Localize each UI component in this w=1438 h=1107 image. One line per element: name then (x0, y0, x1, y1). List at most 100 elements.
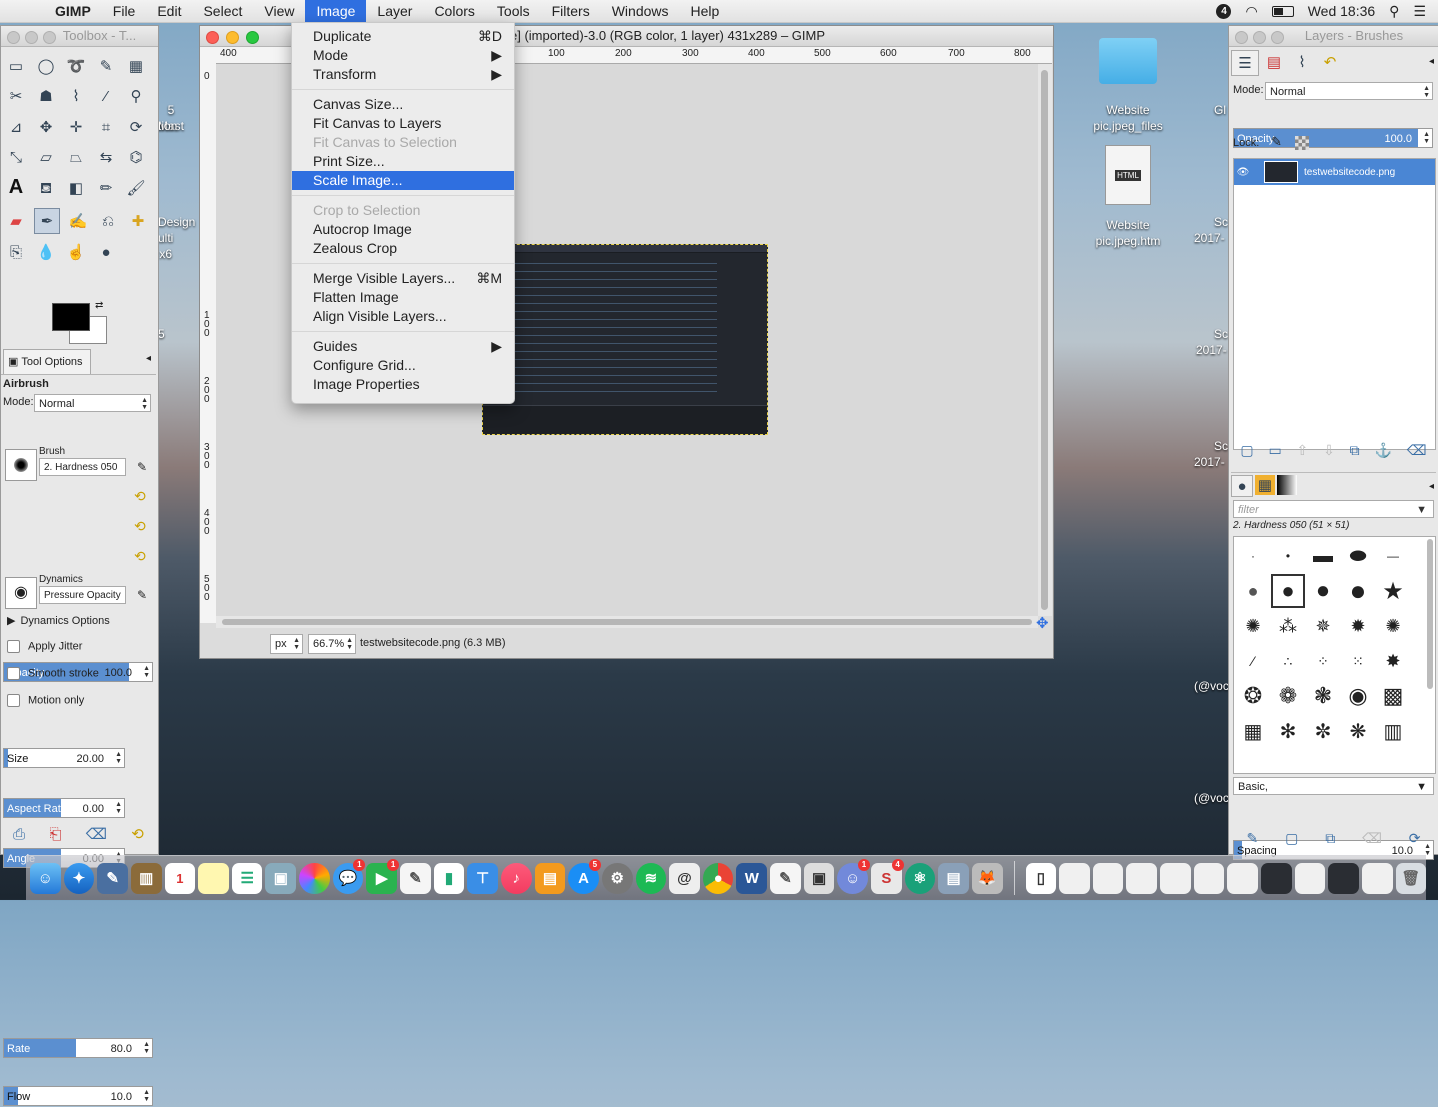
minimize-button[interactable] (25, 31, 38, 44)
recent-file-icon[interactable] (1294, 862, 1326, 894)
zoom-button[interactable] (1271, 31, 1284, 44)
brush-filter-input[interactable]: filter ▼ (1233, 500, 1434, 518)
s-app-icon[interactable]: S4 (871, 858, 904, 894)
document-icon[interactable]: ▯ (1025, 862, 1057, 894)
recent-file-icon[interactable] (1059, 862, 1090, 894)
numbers-icon[interactable]: ▮ (433, 862, 465, 894)
ibooks-icon[interactable]: ▤ (534, 862, 566, 894)
crop-icon[interactable]: ⌗ (94, 115, 118, 139)
spotlight-search-icon[interactable]: ⚲ (1389, 3, 1399, 20)
eye-icon[interactable]: 👁 (1234, 167, 1252, 178)
menu-item-scale-image[interactable]: Scale Image... (292, 171, 514, 190)
messages-icon[interactable]: 💬 1 (332, 858, 366, 894)
brush-swatch-selected[interactable]: ● (1271, 574, 1305, 608)
spin-arrows-icon[interactable]: ▲▼ (143, 1041, 150, 1055)
image-capture-icon[interactable]: ▣ (265, 862, 297, 894)
flow-slider[interactable]: Flow 10.0 ▲ ▼ (3, 1086, 153, 1106)
brush-swatch[interactable]: ❋ (1341, 714, 1375, 748)
size-slider[interactable]: Size 20.00 ▲ ▼ (3, 748, 125, 768)
tab-layers[interactable]: ☰ (1231, 50, 1259, 76)
finder-window-icon[interactable]: ▣ (803, 862, 835, 894)
align-icon[interactable]: ✛ (64, 115, 88, 139)
tab-tool-options[interactable]: ▣ Tool Options (3, 349, 91, 374)
measure-icon[interactable]: ⊿ (4, 115, 28, 139)
clock[interactable]: Wed 18:36 (1308, 3, 1375, 19)
recent-file-icon[interactable] (1261, 862, 1292, 894)
eraser-icon[interactable]: ▰ (4, 209, 28, 233)
paths-icon[interactable]: ⌇ (64, 84, 88, 108)
restore-options-icon[interactable]: ⎗ (49, 826, 61, 843)
smudge-icon[interactable]: ☝ (64, 240, 88, 264)
brush-swatch[interactable]: ◉ (1341, 679, 1375, 713)
menu-item-mode[interactable]: Mode ▶ (292, 46, 514, 65)
menu-file[interactable]: File (102, 0, 147, 22)
reset-options-icon[interactable]: ⟲ (131, 825, 144, 843)
app-store-icon[interactable]: A5 (568, 858, 601, 894)
fuzzy-select-icon[interactable]: ✎ (94, 54, 118, 78)
menu-item-guides[interactable]: Guides ▶ (292, 337, 514, 356)
chrome-icon[interactable]: ● (702, 862, 734, 894)
menu-item-duplicate[interactable]: Duplicate ⌘D (292, 27, 514, 46)
bucket-fill-icon[interactable]: ⛾ (34, 178, 58, 202)
raise-layer-icon[interactable]: ⇧ (1297, 442, 1309, 459)
navigate-icon[interactable]: ✥ (1036, 614, 1049, 632)
preview-icon[interactable]: ✎ (97, 862, 128, 894)
menu-item-image-properties[interactable]: Image Properties (292, 375, 514, 394)
brush-swatch[interactable]: ⁄ (1236, 644, 1270, 678)
finder-icon[interactable]: ☺ (30, 862, 61, 894)
brush-swatch[interactable]: — (1376, 539, 1410, 573)
motion-only-checkbox[interactable]: Motion only (7, 694, 84, 707)
menu-item-configure-grid[interactable]: Configure Grid... (292, 356, 514, 375)
brush-swatch[interactable]: ✹ (1341, 609, 1375, 643)
minimize-button[interactable] (1253, 31, 1266, 44)
recent-file-icon[interactable] (1126, 862, 1158, 894)
recent-file-icon[interactable] (1328, 862, 1359, 894)
shear-icon[interactable]: ▱ (34, 145, 58, 169)
brush-swatch[interactable]: ⬬ (1341, 539, 1375, 573)
blur-icon[interactable]: 💧 (34, 240, 58, 264)
brush-swatch[interactable]: ▦ (1236, 714, 1270, 748)
tab-undo-history[interactable]: ↶ (1317, 50, 1343, 74)
brush-grid[interactable]: · • ▬ ⬬ — ● ● ● ● ★ ✺ ⁂ ✵ ✹ ✺ ⁄ ∴ ⁘ ⁙ ✸ … (1233, 536, 1436, 774)
dodge-burn-icon[interactable]: ● (94, 240, 118, 264)
lock-pixels-icon[interactable]: ✎ (1271, 134, 1282, 150)
minimize-button[interactable] (226, 31, 239, 44)
photos-icon[interactable] (299, 862, 330, 894)
vertical-scrollbar[interactable] (1038, 64, 1052, 616)
gimp-icon[interactable]: 🦊 (971, 862, 1003, 894)
notes-icon[interactable] (198, 862, 229, 894)
menu-item-align-visible-layers[interactable]: Align Visible Layers... (292, 307, 514, 326)
text-icon[interactable]: A (4, 176, 28, 200)
unit-select[interactable]: px ▲ ▼ (270, 634, 303, 654)
apple-icon[interactable] (18, 3, 34, 19)
spin-arrows-icon[interactable]: ▲▼ (115, 751, 122, 765)
recent-file-icon[interactable] (1227, 862, 1259, 894)
rotate-icon[interactable]: ⟳ (124, 115, 148, 139)
menu-view[interactable]: View (253, 0, 305, 22)
brush-set-select[interactable]: Basic, ▼ (1233, 777, 1434, 795)
image-layer-thumbnail[interactable] (482, 244, 768, 435)
brush-swatch[interactable]: ⁙ (1341, 644, 1375, 678)
horizontal-scroll-thumb[interactable] (222, 619, 1032, 625)
aspect-ratio-slider[interactable]: Aspect Ratio 0.00 ▲ ▼ (3, 798, 125, 818)
menu-item-flatten-image[interactable]: Flatten Image (292, 288, 514, 307)
recent-file-icon[interactable] (1160, 862, 1191, 894)
notification-badge[interactable]: 4 (1216, 3, 1232, 19)
tab-paths[interactable]: ⌇ (1289, 50, 1315, 74)
trash-icon[interactable]: 🗑 (1395, 862, 1427, 894)
zoom-icon[interactable]: ⚲ (124, 84, 148, 108)
panel-menu-icon[interactable]: ◂ (1429, 481, 1434, 492)
apply-jitter-checkbox[interactable]: Apply Jitter (7, 640, 82, 653)
heal-icon[interactable]: ✚ (126, 209, 150, 233)
menu-edit[interactable]: Edit (146, 0, 192, 22)
menu-item-fit-canvas-to-layers[interactable]: Fit Canvas to Layers (292, 114, 514, 133)
delete-brush-icon[interactable]: ⌫ (1362, 830, 1382, 847)
tab-gradients[interactable] (1277, 475, 1297, 495)
system-preferences-icon[interactable]: ⚙ (601, 862, 633, 894)
free-select-icon[interactable]: ➰ (64, 54, 88, 78)
layer-mode-select[interactable]: Normal ▲ ▼ (1265, 82, 1433, 100)
ink-icon[interactable]: ✍ (66, 209, 90, 233)
brush-swatch[interactable]: ❁ (1271, 679, 1305, 713)
recent-file-icon[interactable] (1193, 862, 1225, 894)
brush-swatch[interactable]: ∴ (1271, 644, 1305, 678)
